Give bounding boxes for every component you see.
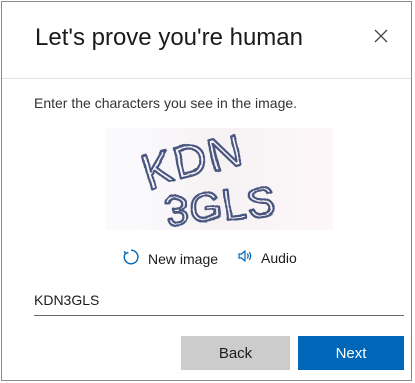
dialog-header: Let's prove you're human: [2, 2, 411, 79]
dialog-title: Let's prove you're human: [35, 24, 303, 51]
close-icon[interactable]: [369, 24, 393, 48]
audio-label: Audio: [261, 249, 297, 266]
captcha-image: KDN 3GLS: [105, 122, 333, 236]
next-button[interactable]: Next: [298, 336, 404, 370]
refresh-icon: [122, 248, 140, 269]
audio-button[interactable]: Audio: [237, 248, 297, 267]
back-button[interactable]: Back: [181, 336, 290, 370]
new-image-button[interactable]: New image: [122, 248, 218, 269]
instruction-text: Enter the characters you see in the imag…: [34, 95, 298, 111]
captcha-controls: New image Audio: [2, 244, 411, 272]
new-image-label: New image: [148, 250, 219, 267]
verification-dialog: Let's prove you're human Enter the chara…: [1, 1, 412, 381]
speaker-icon: [237, 248, 253, 267]
captcha-answer-input[interactable]: [34, 286, 404, 316]
